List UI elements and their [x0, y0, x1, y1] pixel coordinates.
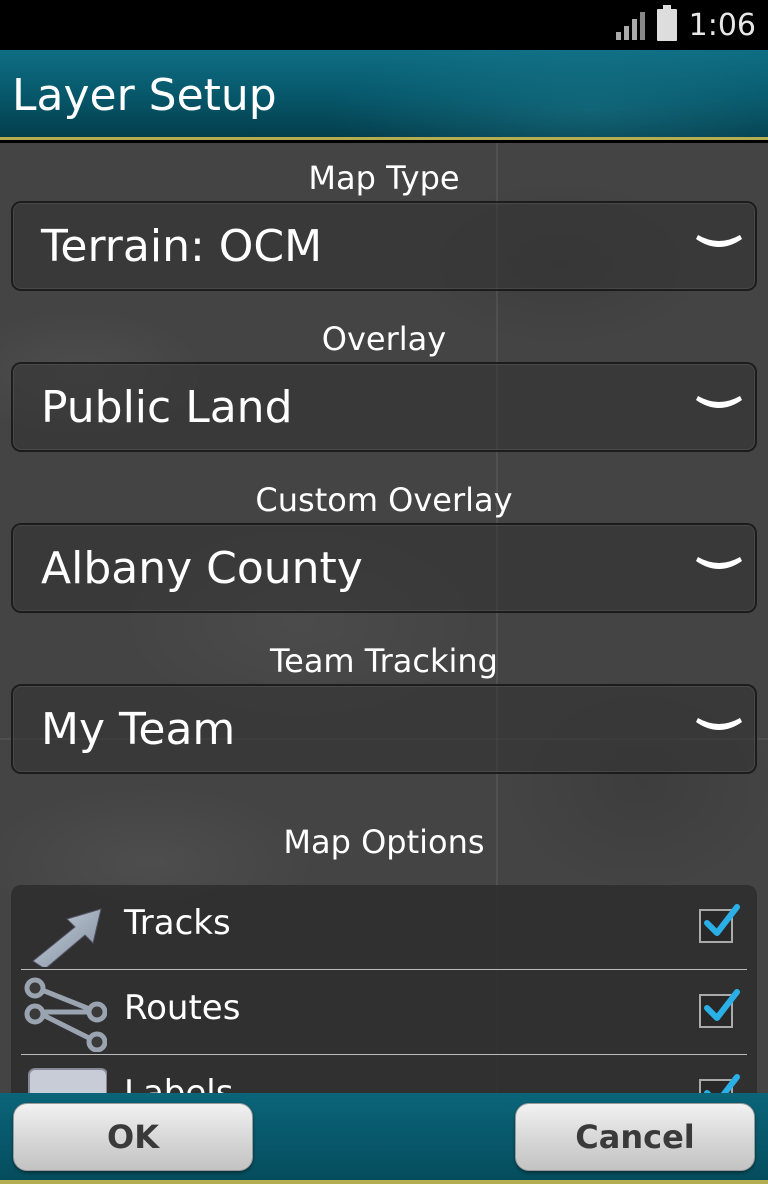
bottom-action-bar: OK Cancel [0, 1093, 768, 1184]
option-label: Labels [124, 1073, 234, 1093]
option-labels[interactable]: Labels [21, 1055, 747, 1093]
custom-overlay-label: Custom Overlay [255, 481, 513, 519]
title-bar: Layer Setup [0, 50, 768, 140]
custom-overlay-dropdown[interactable]: Albany County [11, 523, 757, 613]
route-nodes-icon [24, 977, 107, 1052]
checkmark-icon [704, 904, 740, 936]
label-box-icon [28, 1068, 107, 1093]
overlay-value: Public Land [41, 382, 293, 433]
overlay-label: Overlay [321, 320, 447, 358]
signal-icon [615, 10, 645, 40]
map-options-list: Tracks Routes Labels [11, 885, 757, 1093]
custom-overlay-value: Albany County [41, 543, 363, 594]
routes-checkbox[interactable] [699, 989, 740, 1028]
map-type-label: Map Type [308, 159, 460, 197]
option-label: Tracks [124, 903, 231, 943]
battery-icon [656, 5, 677, 41]
map-options-label: Map Options [283, 823, 485, 861]
overlay-dropdown[interactable]: Public Land [11, 362, 757, 452]
option-label: Routes [124, 988, 241, 1028]
ok-button[interactable]: OK [13, 1103, 253, 1171]
status-bar: 1:06 [0, 0, 768, 50]
status-time: 1:06 [688, 7, 756, 43]
chevron-down-icon [696, 396, 742, 408]
arrow-icon [32, 908, 102, 967]
option-tracks[interactable]: Tracks [21, 885, 747, 970]
team-tracking-dropdown[interactable]: My Team [11, 684, 757, 774]
team-tracking-value: My Team [41, 704, 236, 755]
tracks-checkbox[interactable] [699, 904, 740, 943]
chevron-down-icon [696, 718, 742, 730]
map-type-value: Terrain: OCM [41, 221, 323, 272]
option-routes[interactable]: Routes [21, 970, 747, 1055]
checkmark-icon [704, 989, 740, 1021]
map-type-dropdown[interactable]: Terrain: OCM [11, 201, 757, 291]
chevron-down-icon [696, 557, 742, 569]
cancel-button[interactable]: Cancel [515, 1103, 755, 1171]
content-area: Map Type Terrain: OCM Overlay Public Lan… [0, 143, 768, 1093]
checkmark-icon [704, 1074, 740, 1093]
labels-checkbox[interactable] [699, 1074, 740, 1093]
team-tracking-label: Team Tracking [270, 642, 498, 680]
status-icons: 1:06 [615, 5, 756, 44]
chevron-down-icon [696, 235, 742, 247]
page-title: Layer Setup [12, 70, 277, 121]
